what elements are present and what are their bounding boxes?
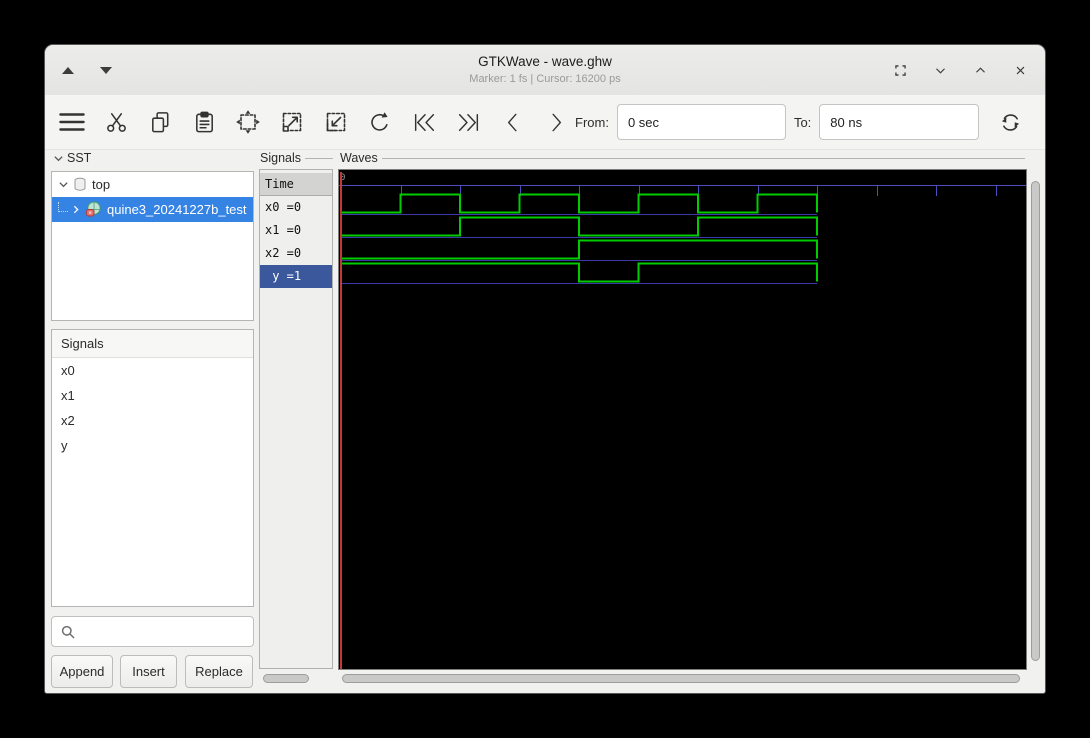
scrollbar-thumb[interactable] [263, 674, 309, 683]
wave-signal-names: Time x0 =0 x1 =0 x2 =0 y =1 [259, 169, 333, 669]
wave-row-x2[interactable]: x2 =0 [260, 242, 332, 265]
expander-chevron-icon[interactable] [58, 179, 69, 190]
tree-item-top[interactable]: top [52, 172, 253, 197]
wave-row-x1[interactable]: x1 =0 [260, 219, 332, 242]
wave-row-x0[interactable]: x0 =0 [260, 196, 332, 219]
insert-button[interactable]: Insert [120, 655, 177, 688]
signal-browser: Signals x0 x1 x2 y [51, 329, 254, 607]
menu-icon [59, 113, 85, 131]
expander-chevron-icon[interactable] [71, 204, 81, 215]
wave-time-header[interactable]: Time [260, 173, 332, 196]
paste-icon [195, 111, 213, 132]
step-forward-button[interactable] [541, 107, 571, 137]
signals-frame-label: Signals [260, 151, 333, 165]
signal-search-input[interactable] [51, 616, 254, 647]
zoom-fit-button[interactable] [233, 107, 263, 137]
names-hscrollbar[interactable] [259, 672, 333, 686]
replace-button[interactable]: Replace [185, 655, 253, 688]
menu-button[interactable] [57, 107, 87, 137]
cut-icon [106, 112, 126, 132]
close-icon [1016, 66, 1024, 74]
signal-trace-x0 [341, 193, 818, 214]
copy-button[interactable] [145, 107, 175, 137]
from-label: From: [575, 114, 609, 130]
zoom-out-button[interactable] [321, 107, 351, 137]
close-button[interactable] [1011, 61, 1029, 79]
tree-guide-line [58, 201, 68, 212]
wave-canvas[interactable]: 0 [338, 169, 1027, 670]
tree-item-label: top [92, 177, 111, 192]
waves-hscrollbar[interactable] [338, 672, 1026, 686]
undo-button[interactable] [365, 107, 395, 137]
signal-item-y[interactable]: y [52, 433, 253, 458]
chevron-right-icon [551, 113, 561, 131]
skip-to-end-button[interactable] [453, 107, 483, 137]
to-input[interactable] [819, 104, 980, 140]
signal-item-x1[interactable]: x1 [52, 383, 253, 408]
skip-start-icon [414, 113, 434, 131]
maximize-button[interactable] [971, 61, 989, 79]
gtkwave-window: GTKWave - wave.ghw Marker: 1 fs | Cursor… [44, 44, 1046, 694]
chevron-down-icon [935, 67, 945, 74]
signal-browser-header: Signals [52, 330, 253, 358]
chevron-up-icon [975, 66, 985, 73]
waves-frame-label: Waves [340, 151, 1025, 165]
scrollbar-thumb[interactable] [342, 674, 1020, 683]
waveform-plot: 0 [339, 172, 1026, 669]
fullscreen-icon [894, 64, 906, 76]
skip-end-icon [458, 113, 478, 131]
tree-item-label: quine3_20241227b_test [107, 202, 247, 217]
zoom-fit-icon [236, 110, 260, 134]
cut-button[interactable] [101, 107, 131, 137]
expander-chevron-icon [54, 155, 63, 161]
zoom-out-icon [326, 112, 346, 132]
signal-item-x2[interactable]: x2 [52, 408, 253, 433]
copy-icon [151, 111, 168, 132]
reload-button[interactable] [995, 107, 1025, 137]
skip-to-start-button[interactable] [409, 107, 439, 137]
reload-icon [1001, 113, 1019, 131]
wave-row-y[interactable]: y =1 [260, 265, 332, 288]
scrollbar-thumb[interactable] [1031, 181, 1040, 661]
signal-trace-y [341, 262, 818, 283]
waves-vscrollbar[interactable] [1028, 169, 1043, 669]
undo-icon [371, 112, 388, 131]
to-label: To: [793, 114, 812, 130]
signal-trace-x1 [341, 216, 818, 237]
sst-label: SST [67, 151, 92, 165]
from-input[interactable] [616, 104, 786, 140]
sst-expander[interactable]: SST [53, 151, 91, 165]
search-icon [61, 625, 75, 639]
sst-tree: top quine3_20241227b_test [51, 171, 254, 321]
titlebar[interactable]: GTKWave - wave.ghw Marker: 1 fs | Cursor… [45, 45, 1045, 96]
zoom-in-icon [282, 112, 302, 132]
module-icon [85, 201, 102, 218]
append-button[interactable]: Append [51, 655, 113, 688]
tree-item-testbench[interactable]: quine3_20241227b_test [52, 197, 253, 222]
scope-icon [73, 177, 87, 192]
minimize-button[interactable] [931, 61, 949, 79]
fullscreen-button[interactable] [891, 61, 909, 79]
toolbar: From: To: [45, 95, 1045, 150]
signal-item-x0[interactable]: x0 [52, 358, 253, 383]
paste-button[interactable] [189, 107, 219, 137]
step-back-button[interactable] [497, 107, 527, 137]
chevron-left-icon [507, 113, 517, 131]
zoom-in-button[interactable] [277, 107, 307, 137]
signal-trace-x2 [341, 239, 818, 260]
